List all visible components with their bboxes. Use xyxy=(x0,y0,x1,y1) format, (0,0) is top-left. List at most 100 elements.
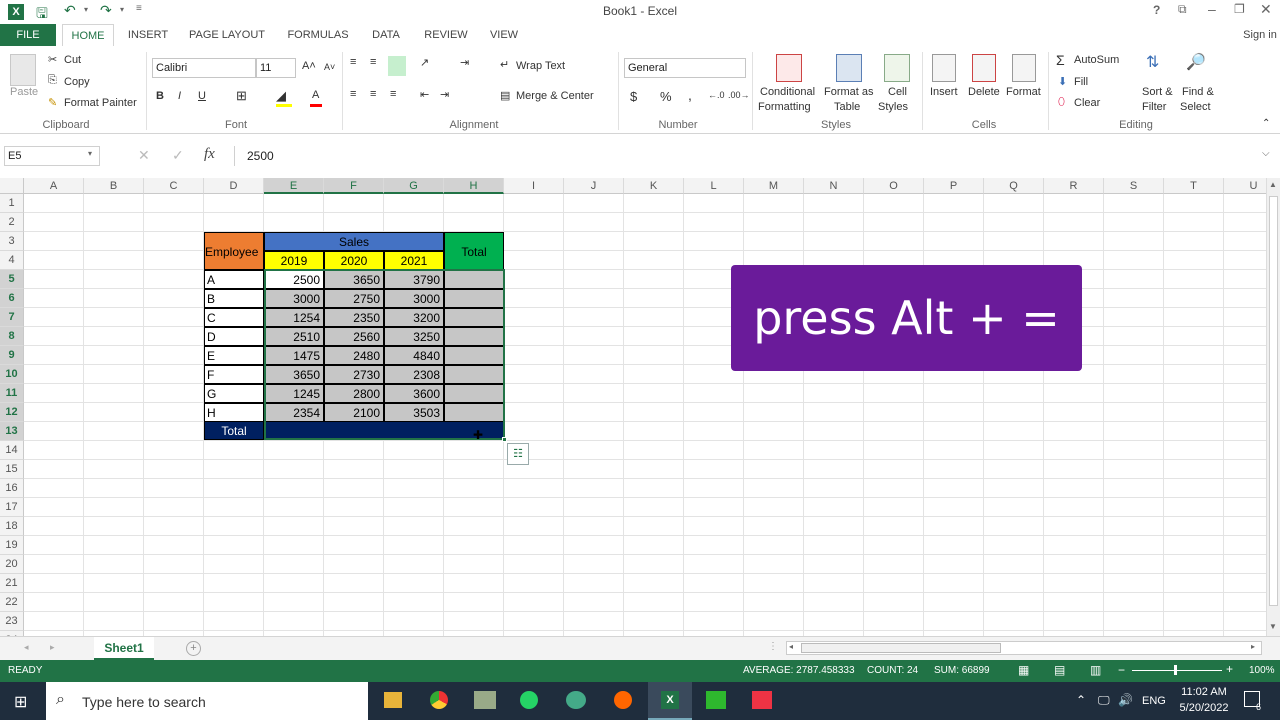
select-all-corner[interactable] xyxy=(0,178,24,194)
find-select-button-line2[interactable]: Select xyxy=(1180,101,1211,113)
italic-button[interactable]: I xyxy=(178,90,181,102)
align-center-icon[interactable]: ≡ xyxy=(370,88,376,100)
employee-name-cell[interactable]: E xyxy=(204,346,264,365)
sales-value-cell[interactable]: 2350 xyxy=(324,308,384,327)
sales-value-cell[interactable]: 2354 xyxy=(264,403,324,422)
help-icon[interactable]: ? xyxy=(1153,3,1160,17)
tab-file[interactable]: FILE xyxy=(0,24,56,46)
camtasia-icon[interactable] xyxy=(706,691,726,709)
column-header-f[interactable]: F xyxy=(324,178,384,194)
row-header-8[interactable]: 8 xyxy=(0,327,24,346)
quick-analysis-icon[interactable]: ☷ xyxy=(507,443,529,465)
align-bottom-icon[interactable] xyxy=(388,56,406,76)
sales-value-cell[interactable]: 3790 xyxy=(384,270,444,289)
sign-in-link[interactable]: Sign in xyxy=(1240,24,1280,46)
clear-icon[interactable]: ⬯ xyxy=(1058,96,1065,109)
sales-value-cell[interactable]: 1245 xyxy=(264,384,324,403)
row-header-17[interactable]: 17 xyxy=(0,498,24,517)
column-header-i[interactable]: I xyxy=(504,178,564,194)
row-header-6[interactable]: 6 xyxy=(0,289,24,308)
restore-icon[interactable]: ❐ xyxy=(1234,2,1245,16)
row-header-5[interactable]: 5 xyxy=(0,270,24,289)
sort-filter-button-line2[interactable]: Filter xyxy=(1142,101,1166,113)
row-header-10[interactable]: 10 xyxy=(0,365,24,384)
zoom-slider[interactable] xyxy=(1132,670,1222,671)
split-handle-icon[interactable]: ⋮ xyxy=(768,641,778,652)
sales-value-cell[interactable]: 3600 xyxy=(384,384,444,403)
sort-filter-icon[interactable]: ⇅ xyxy=(1146,52,1159,72)
tab-data[interactable]: DATA xyxy=(368,24,404,46)
scroll-right-icon[interactable]: ▸ xyxy=(1251,642,1255,651)
insert-cells-icon[interactable] xyxy=(932,54,956,82)
excel-taskbar-button[interactable]: X xyxy=(648,682,692,720)
total-row-cells[interactable] xyxy=(264,421,504,440)
total-value-cell[interactable] xyxy=(444,308,504,327)
column-header-c[interactable]: C xyxy=(144,178,204,194)
column-header-o[interactable]: O xyxy=(864,178,924,194)
tab-view[interactable]: VIEW xyxy=(486,24,522,46)
cancel-formula-icon[interactable]: ✕ xyxy=(138,147,150,164)
column-header-n[interactable]: N xyxy=(804,178,864,194)
sales-value-cell[interactable]: 3000 xyxy=(384,289,444,308)
cell-styles-button[interactable]: Cell xyxy=(888,86,907,98)
row-header-23[interactable]: 23 xyxy=(0,612,24,631)
merge-icon[interactable]: ▤ xyxy=(500,89,510,102)
sales-value-cell[interactable]: 2308 xyxy=(384,365,444,384)
total-value-cell[interactable] xyxy=(444,327,504,346)
cell-styles-button-line2[interactable]: Styles xyxy=(878,101,908,113)
zoom-slider-thumb[interactable] xyxy=(1174,665,1177,675)
format-button[interactable]: Format xyxy=(1006,86,1041,98)
total-value-cell[interactable] xyxy=(444,403,504,422)
sales-value-cell[interactable]: 3650 xyxy=(264,365,324,384)
row-header-19[interactable]: 19 xyxy=(0,536,24,555)
enter-formula-icon[interactable]: ✓ xyxy=(172,147,184,164)
employee-name-cell[interactable]: D xyxy=(204,327,264,346)
row-header-20[interactable]: 20 xyxy=(0,555,24,574)
formula-input[interactable]: 2500 xyxy=(234,146,1258,166)
column-header-b[interactable]: B xyxy=(84,178,144,194)
format-painter-icon[interactable]: ✎ xyxy=(48,96,57,109)
page-layout-view-icon[interactable]: ▤ xyxy=(1054,663,1065,677)
column-header-q[interactable]: Q xyxy=(984,178,1044,194)
zoom-in-icon[interactable]: + xyxy=(1226,662,1233,676)
text-direction-icon[interactable]: ⇥ xyxy=(460,56,469,69)
row-header-12[interactable]: 12 xyxy=(0,403,24,422)
fill-icon[interactable]: ⬇ xyxy=(1058,75,1067,88)
close-icon[interactable]: ✕ xyxy=(1260,1,1272,18)
merge-center-button[interactable]: Merge & Center xyxy=(516,90,594,102)
sales-value-cell[interactable]: 2560 xyxy=(324,327,384,346)
employee-name-cell[interactable]: F xyxy=(204,365,264,384)
total-header[interactable]: Total xyxy=(444,232,504,270)
wrap-text-icon[interactable]: ↵ xyxy=(500,58,509,71)
row-header-3[interactable]: 3 xyxy=(0,232,24,251)
decrease-decimal-icon[interactable]: .00→ xyxy=(728,90,750,100)
tab-review[interactable]: REVIEW xyxy=(420,24,472,46)
tab-page-layout[interactable]: PAGE LAYOUT xyxy=(186,24,268,46)
prev-sheet-icon[interactable]: ◂ xyxy=(24,642,29,653)
column-header-e[interactable]: E xyxy=(264,178,324,194)
employee-header[interactable]: Employee xyxy=(204,232,264,270)
horizontal-scrollbar[interactable]: ◂ ▸ xyxy=(786,641,1262,655)
scroll-down-icon[interactable]: ▼ xyxy=(1269,622,1277,631)
copy-button[interactable]: Copy xyxy=(64,76,90,88)
sales-value-cell[interactable]: 2730 xyxy=(324,365,384,384)
vertical-scroll-thumb[interactable] xyxy=(1269,196,1278,606)
windows-start-icon[interactable]: ⊞ xyxy=(14,692,27,712)
firefox-icon[interactable] xyxy=(614,691,632,709)
column-header-h[interactable]: H xyxy=(444,178,504,194)
year-header[interactable]: 2021 xyxy=(384,251,444,270)
worksheet-grid[interactable]: ABCDEFGHIJKLMNOPQRSTU 1 2 3 4 5 6 7 8 9 10 11 12 13 1… xyxy=(0,178,1266,636)
cut-icon[interactable]: ✂ xyxy=(48,53,57,66)
year-header[interactable]: 2019 xyxy=(264,251,324,270)
employee-name-cell[interactable]: C xyxy=(204,308,264,327)
row-header-14[interactable]: 14 xyxy=(0,441,24,460)
decrease-indent-icon[interactable]: ⇤ xyxy=(420,88,429,101)
zoom-out-icon[interactable]: − xyxy=(1118,663,1125,677)
horizontal-scroll-thumb[interactable] xyxy=(801,643,1001,653)
conditional-formatting-button-line2[interactable]: Formatting xyxy=(758,101,811,113)
vertical-scrollbar[interactable]: ▲ ▼ xyxy=(1266,178,1280,636)
paste-button[interactable]: Paste xyxy=(10,86,38,98)
row-header-16[interactable]: 16 xyxy=(0,479,24,498)
sales-value-cell[interactable]: 2510 xyxy=(264,327,324,346)
format-painter-button[interactable]: Format Painter xyxy=(64,97,137,109)
